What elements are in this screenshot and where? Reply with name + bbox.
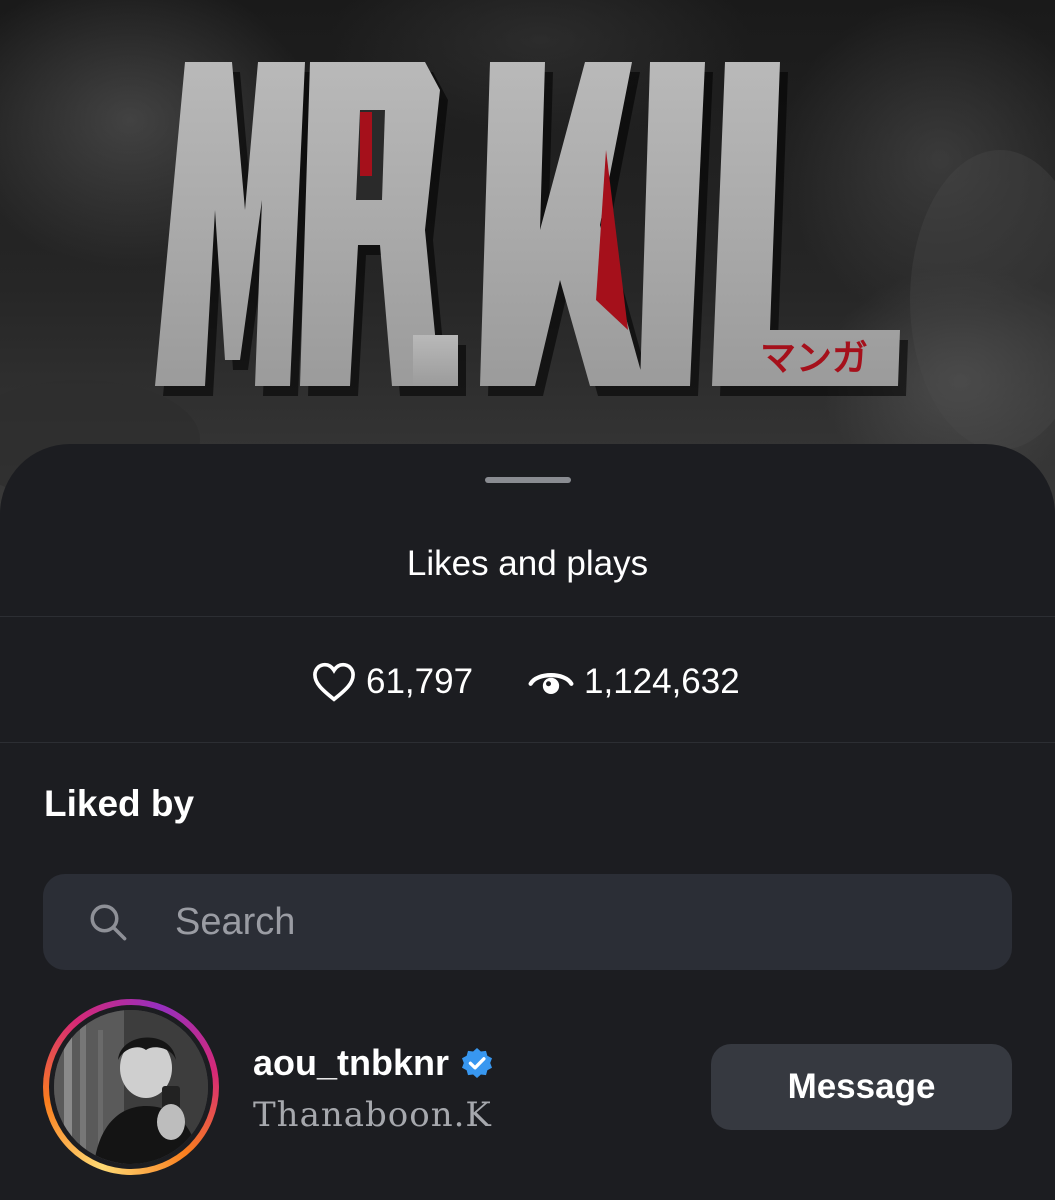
- sheet-title: Likes and plays: [406, 544, 649, 583]
- divider: [0, 616, 1055, 617]
- full-name: Thanaboon.K: [253, 1095, 492, 1135]
- eye-icon: [528, 673, 574, 695]
- poster-subtitle: マンガ: [760, 338, 868, 379]
- message-button[interactable]: Message: [711, 1044, 1012, 1130]
- avatar[interactable]: [54, 1010, 208, 1164]
- stats-row: 61,797 1,124,632: [0, 660, 1055, 704]
- likes-count: 61,797: [366, 662, 474, 701]
- avatar-photo: [54, 1010, 208, 1164]
- liked-by-user-row[interactable]: aou_tnbknr Thanaboon.K Message: [0, 999, 1055, 1179]
- story-ring[interactable]: [43, 999, 219, 1175]
- search-bar[interactable]: [43, 874, 1012, 970]
- heart-icon: [313, 662, 355, 702]
- search-icon: [90, 904, 127, 941]
- likes-and-plays-screen: マンガ Likes and plays 61,797 1,124,632 Lik…: [0, 0, 1055, 1200]
- likes-sheet: Likes and plays 61,797 1,124,632 Liked b…: [0, 444, 1055, 1200]
- liked-by-heading: Liked by: [44, 783, 195, 824]
- poster-logo-art: マンガ: [0, 62, 1055, 500]
- username-line: aou_tnbknr: [253, 1041, 495, 1085]
- likes-stat: 61,797: [312, 660, 473, 704]
- plays-stat: 1,124,632: [528, 660, 740, 704]
- search-input[interactable]: [173, 891, 937, 953]
- username[interactable]: aou_tnbknr: [253, 1042, 449, 1084]
- divider: [0, 742, 1055, 743]
- post-poster-background: マンガ: [0, 0, 1055, 520]
- verified-badge-icon: [462, 1048, 493, 1078]
- sheet-drag-handle[interactable]: [485, 477, 571, 483]
- plays-count: 1,124,632: [584, 662, 740, 701]
